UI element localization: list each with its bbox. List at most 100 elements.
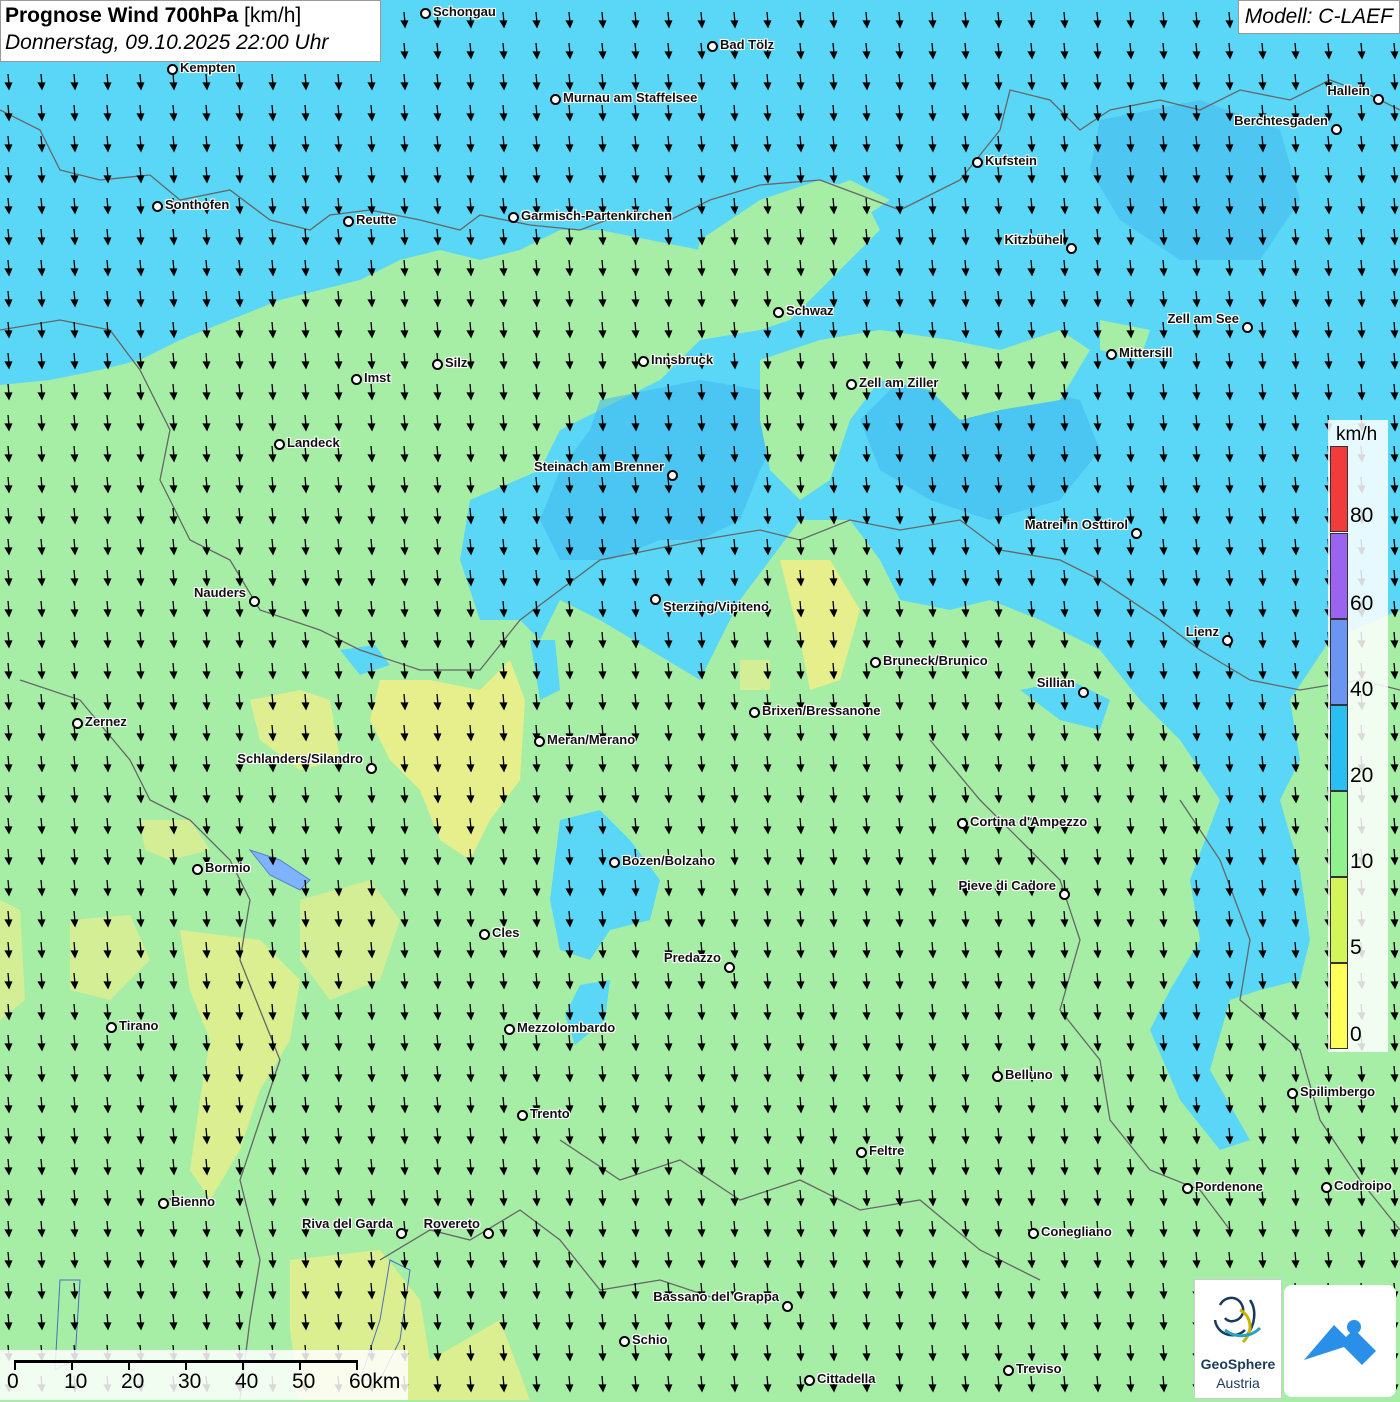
legend-color-band: [1330, 619, 1348, 705]
scale-tick: [14, 1360, 16, 1370]
legend-color-band: [1330, 877, 1348, 963]
city-dot-icon: [192, 864, 203, 875]
city-label: Bad Tölz: [720, 37, 775, 52]
city-dot-icon: [707, 41, 718, 52]
city-label: Schwaz: [786, 303, 834, 318]
city-label: Bormio: [205, 860, 251, 875]
city-dot-icon: [1078, 687, 1089, 698]
city-dot-icon: [619, 1336, 630, 1347]
geosphere-emblem-icon: [1213, 1296, 1262, 1344]
city-label: Riva del Garda: [301, 1216, 393, 1231]
city-label: Landeck: [287, 435, 340, 450]
map-title: Prognose Wind 700hPa [km/h]: [5, 4, 376, 28]
city-label: Sonthofen: [165, 197, 230, 212]
city-dot-icon: [638, 356, 649, 367]
city-dot-icon: [609, 857, 620, 868]
city-dot-icon: [517, 1110, 528, 1121]
city-dot-icon: [1059, 889, 1070, 900]
city-dot-icon: [158, 1198, 169, 1209]
scale-tick: [185, 1360, 187, 1370]
city-label: Hallein: [1327, 83, 1370, 98]
city-dot-icon: [249, 596, 260, 607]
city-label: Sillian: [1036, 675, 1075, 690]
city-label: Cittadella: [817, 1371, 876, 1386]
city-dot-icon: [1373, 94, 1384, 105]
city-dot-icon: [396, 1228, 407, 1239]
city-dot-icon: [1222, 635, 1233, 646]
city-dot-icon: [550, 94, 561, 105]
geosphere-logo: GeoSphere Austria: [1194, 1279, 1282, 1399]
forecast-datetime: Donnerstag, 09.10.2025 22:00 Uhr: [5, 31, 329, 54]
city-label: Kempten: [180, 60, 236, 75]
scale-label: 0: [7, 1370, 19, 1393]
city-dot-icon: [1331, 124, 1342, 135]
scale-tick: [71, 1360, 73, 1370]
city-dot-icon: [366, 763, 377, 774]
title-box: Prognose Wind 700hPa [km/h] Donnerstag, …: [0, 0, 381, 62]
city-dot-icon: [782, 1301, 793, 1312]
city-dot-icon: [432, 359, 443, 370]
city-label: Schlanders/Silandro: [237, 751, 363, 766]
city-dot-icon: [972, 157, 983, 168]
city-dot-icon: [72, 718, 83, 729]
city-label: Schio: [632, 1332, 668, 1347]
city-dot-icon: [420, 8, 431, 19]
city-dot-icon: [749, 707, 760, 718]
city-dot-icon: [152, 201, 163, 212]
city-label: Sterzing/Vipiteno: [663, 599, 769, 614]
city-label: Cortina d'Ampezzo: [970, 814, 1088, 829]
scale-tick: [356, 1360, 358, 1370]
city-dot-icon: [870, 657, 881, 668]
scale-label: 10: [64, 1370, 88, 1393]
legend-color-band: [1330, 446, 1348, 532]
city-dot-icon: [274, 439, 285, 450]
city-label: Murnau am Staffelsee: [563, 90, 698, 105]
scale-tick: [128, 1360, 130, 1370]
city-label: Mittersill: [1119, 345, 1173, 360]
city-label: Garmisch-Partenkirchen: [521, 208, 673, 223]
city-dot-icon: [957, 818, 968, 829]
scale-tick: [242, 1360, 244, 1370]
city-label: Cles: [492, 925, 520, 940]
legend-color-band: [1330, 791, 1348, 877]
city-dot-icon: [479, 929, 490, 940]
legend-tick-label: 80: [1350, 504, 1374, 527]
legend-color-band: [1330, 705, 1348, 791]
scale-bar: 0 10 20 30 40 50 60km: [0, 1350, 408, 1400]
city-dot-icon: [1182, 1183, 1193, 1194]
city-label: Bassano del Grappa: [653, 1289, 779, 1304]
city-label: Spilimbergo: [1300, 1084, 1376, 1099]
city-label: Zernez: [85, 714, 127, 729]
city-label: Brixen/Bressanone: [762, 703, 881, 718]
city-dot-icon: [508, 212, 519, 223]
city-label: Conegliano: [1041, 1224, 1112, 1239]
city-label: Pordenone: [1195, 1179, 1263, 1194]
geosphere-name: GeoSphere: [1200, 1356, 1276, 1372]
scale-label: 30: [178, 1370, 202, 1393]
weather-app-logo: [1284, 1285, 1396, 1397]
city-label: Treviso: [1016, 1361, 1062, 1376]
scale-label: 20: [121, 1370, 145, 1393]
city-label: Trento: [530, 1106, 570, 1121]
city-label: Meran/Merano: [547, 732, 636, 747]
city-dot-icon: [724, 962, 735, 973]
city-dot-icon: [1003, 1365, 1014, 1376]
city-label: Kufstein: [985, 153, 1037, 168]
city-dot-icon: [1066, 243, 1077, 254]
city-dot-icon: [667, 470, 678, 481]
city-label: Steinach am Brenner: [533, 459, 664, 474]
city-label: Berchtesgaden: [1234, 113, 1328, 128]
title-main: Prognose Wind 700hPa: [5, 4, 239, 27]
city-dot-icon: [1321, 1182, 1332, 1193]
scale-tick: [299, 1360, 301, 1370]
scale-label: 60km: [349, 1370, 401, 1393]
city-label: Kitzbühel: [1004, 232, 1064, 247]
city-label: Nauders: [193, 585, 246, 600]
city-dot-icon: [1028, 1228, 1039, 1239]
city-label: Feltre: [869, 1143, 905, 1158]
city-dot-icon: [846, 379, 857, 390]
city-dot-icon: [1106, 349, 1117, 360]
city-label: Tirano: [119, 1018, 159, 1033]
title-unit: [km/h]: [238, 4, 302, 27]
city-label: Lienz: [1185, 624, 1219, 639]
